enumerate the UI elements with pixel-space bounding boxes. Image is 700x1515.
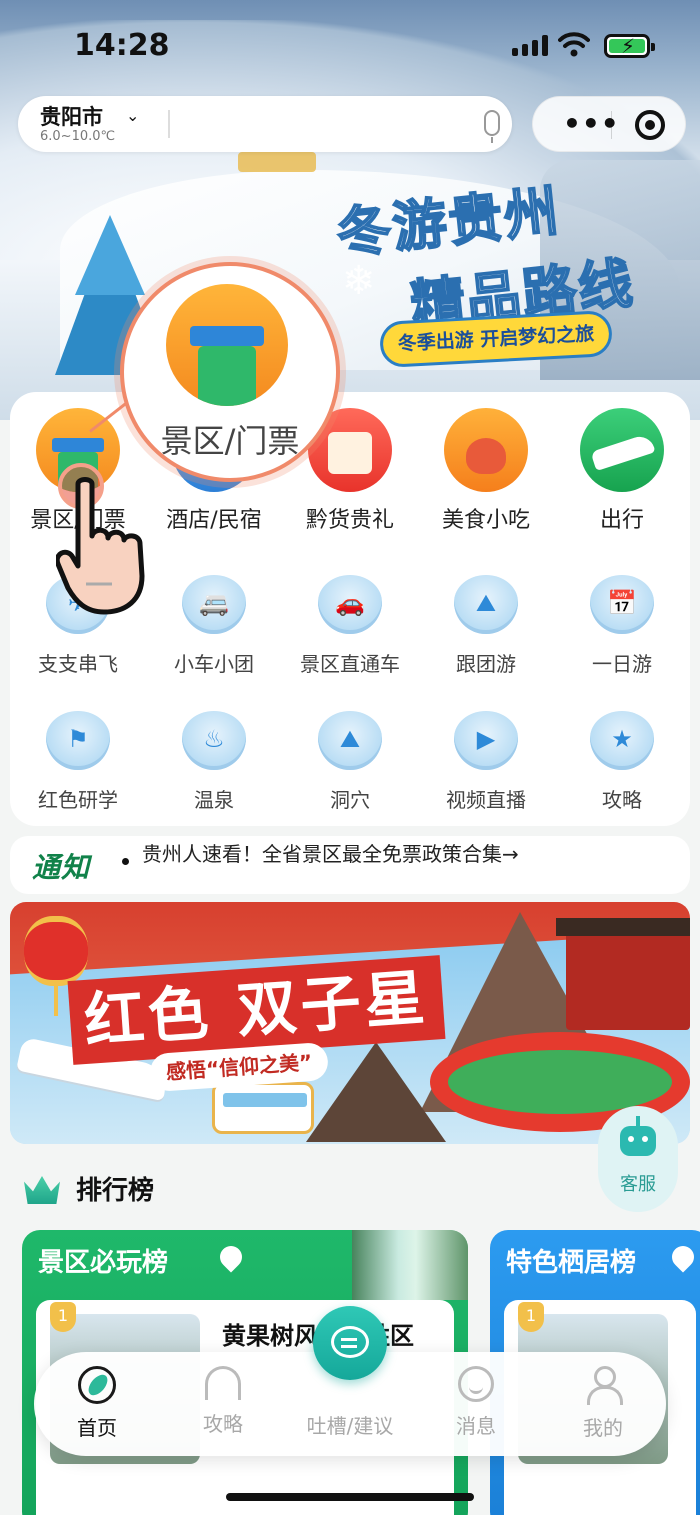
food-icon <box>444 408 528 492</box>
zoom-callout: 景区/门票 <box>120 262 340 482</box>
promo-memorial-hall <box>556 918 690 1030</box>
notice-bar[interactable]: 通知 贵州人速看！全省景区最全免票政策合集→ <box>10 836 690 894</box>
signal-icon <box>512 34 548 56</box>
category-label: 视频直播 <box>446 788 526 812</box>
customer-service-label: 客服 <box>620 1174 656 1195</box>
rank-badge: 1 <box>518 1302 544 1332</box>
feedback-fab-button[interactable] <box>313 1306 387 1380</box>
tab-me[interactable]: 我的 <box>548 1366 658 1446</box>
miniprogram-capsule[interactable]: ••• <box>532 96 686 152</box>
tab-label: 消息 <box>456 1414 496 1438</box>
scenic-gate-icon <box>166 284 288 406</box>
guidebook-icon: ★ <box>590 706 654 770</box>
target-icon[interactable] <box>635 110 665 140</box>
category-label: 温泉 <box>194 788 234 812</box>
battery-icon: ⚡ <box>604 34 655 58</box>
pin-icon <box>667 1241 699 1273</box>
category-live-video[interactable]: ▶ 视频直播 <box>418 706 554 816</box>
tab-label: 攻略 <box>203 1412 243 1436</box>
flag-icon: ⚑ <box>46 706 110 770</box>
car-icon: 🚗 <box>318 570 382 634</box>
category-red-study[interactable]: ⚑ 红色研学 <box>10 706 146 816</box>
category-small-group[interactable]: 🚐 小车小团 <box>146 570 282 680</box>
category-label: 美食小吃 <box>441 508 530 533</box>
bus-icon <box>212 1082 314 1134</box>
chat-bubble-icon <box>331 1326 369 1358</box>
mountain-bus-icon: ⛰ <box>454 570 518 634</box>
waterfall-image <box>352 1230 468 1300</box>
hot-spring-icon: ♨ <box>182 706 246 770</box>
train-icon <box>580 408 664 492</box>
category-cave[interactable]: ⛰ 洞穴 <box>282 706 418 816</box>
location-search-bar[interactable]: 贵阳市 ⌄ 6.0~10.0℃ <box>18 96 512 152</box>
category-label: 景区直通车 <box>300 652 400 676</box>
promo-banner[interactable]: 红色 双子星 感悟“信仰之美” <box>10 902 690 1144</box>
category-travel[interactable]: 出行 <box>554 408 690 533</box>
tab-label: 首页 <box>77 1416 117 1440</box>
status-time: 14:28 <box>74 28 170 63</box>
lantern-icon <box>24 916 88 1016</box>
ranking-title: 排行榜 <box>76 1176 155 1206</box>
category-label: 支支串飞 <box>38 652 118 676</box>
category-day-trip[interactable]: 📅 一日游 <box>554 570 690 680</box>
tab-label: 我的 <box>583 1416 623 1440</box>
category-label: 跟团游 <box>456 652 516 676</box>
user-icon <box>585 1366 623 1405</box>
guide-icon <box>205 1366 241 1400</box>
city-selector[interactable]: 贵阳市 <box>40 101 103 131</box>
notice-bullet <box>122 858 129 865</box>
rank-badge: 1 <box>50 1302 76 1332</box>
category-label: 红色研学 <box>38 788 118 812</box>
ranking-card-title: 景区必玩榜 <box>38 1248 169 1278</box>
tab-messages[interactable]: 消息 <box>421 1366 531 1446</box>
notice-text[interactable]: 贵州人速看！全省景区最全免票政策合集→ <box>142 838 519 867</box>
category-scenic-shuttle[interactable]: 🚗 景区直通车 <box>282 570 418 680</box>
robot-icon <box>620 1116 656 1156</box>
notice-tag: 通知 <box>32 851 91 884</box>
capsule-divider <box>611 111 612 139</box>
category-food[interactable]: 美食小吃 <box>418 408 554 533</box>
tab-home[interactable]: 首页 <box>42 1366 152 1446</box>
hero-tree-top <box>75 215 145 295</box>
category-label: 黔货贵礼 <box>305 508 394 533</box>
category-guide[interactable]: ★ 攻略 <box>554 706 690 816</box>
cave-icon: ⛰ <box>318 706 382 770</box>
pin-icon <box>215 1241 247 1273</box>
ranking-card-title: 特色栖居榜 <box>506 1248 637 1278</box>
tab-guide[interactable]: 攻略 <box>168 1366 278 1446</box>
microphone-icon[interactable] <box>484 110 500 143</box>
category-label: 攻略 <box>602 788 642 812</box>
hero-pavilion <box>238 152 316 172</box>
zoom-label: 景区/门票 <box>160 422 300 460</box>
calendar-icon: 📅 <box>590 570 654 634</box>
search-divider <box>168 110 170 138</box>
category-label: 洞穴 <box>330 788 370 812</box>
home-compass-icon <box>78 1366 116 1404</box>
category-label: 出行 <box>599 508 644 533</box>
chevron-down-icon[interactable]: ⌄ <box>126 106 139 125</box>
pointing-hand-icon <box>56 477 145 615</box>
video-camera-icon: ▶ <box>454 706 518 770</box>
customer-service-button[interactable]: 客服 <box>598 1106 678 1212</box>
category-label: 酒店/民宿 <box>166 508 262 533</box>
category-hot-spring[interactable]: ♨ 温泉 <box>146 706 282 816</box>
crown-icon <box>24 1176 60 1204</box>
status-bar: 14:28 ⚡ <box>0 0 700 90</box>
category-group-tour[interactable]: ⛰ 跟团游 <box>418 570 554 680</box>
weather-temperature: 6.0~10.0℃ <box>40 129 116 144</box>
category-label: 小车小团 <box>174 652 254 676</box>
category-label: 一日游 <box>592 652 652 676</box>
home-indicator[interactable] <box>226 1493 474 1501</box>
van-icon: 🚐 <box>182 570 246 634</box>
tab-label: 吐槽/建议 <box>306 1414 394 1438</box>
wifi-icon <box>558 32 590 57</box>
message-smile-icon <box>458 1366 494 1402</box>
